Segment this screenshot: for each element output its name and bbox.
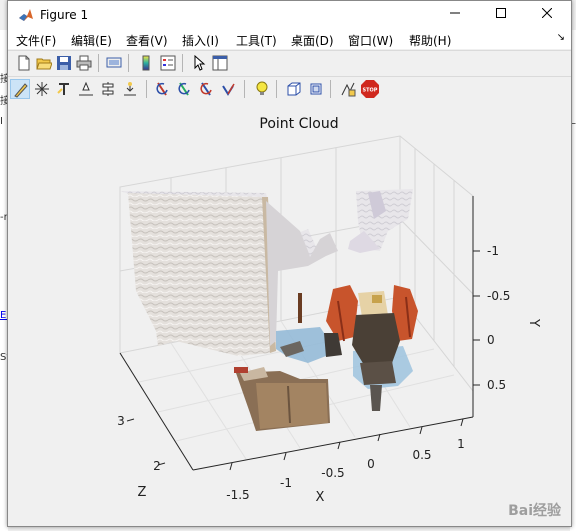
x-tick-label: 1	[457, 437, 465, 451]
menu-tools[interactable]: 工具(T)	[236, 32, 277, 49]
colorbar-icon[interactable]	[136, 53, 156, 73]
data-brush-icon[interactable]	[32, 79, 52, 99]
new-figure-icon[interactable]	[14, 53, 34, 73]
toolbar-separator	[98, 54, 99, 72]
plot-edit-toolbar: STOP	[8, 76, 571, 101]
window-title: Figure 1	[40, 8, 89, 22]
light-bulb-icon[interactable]	[252, 79, 272, 99]
open-file-icon[interactable]	[34, 53, 54, 73]
x-tick-label: -1	[280, 476, 292, 490]
edit-plot-icon[interactable]	[10, 79, 30, 99]
figure-canvas[interactable]: Point Cloud -1 -0.5 0 0.5 Y -1.5 -1 -0.5…	[8, 101, 571, 526]
toolbar-separator	[244, 80, 245, 98]
y-tick-label: 0	[487, 333, 495, 347]
y-tick-label: -1	[487, 244, 499, 258]
menu-window[interactable]: 窗口(W)	[348, 32, 393, 49]
z-axis-ticks: 3 2	[117, 414, 166, 473]
z-tick-label: 3	[117, 414, 125, 428]
figure-toolbar	[8, 50, 571, 75]
maximize-button[interactable]	[478, 1, 524, 29]
menu-view[interactable]: 查看(V)	[126, 32, 168, 49]
rotate-x-icon[interactable]	[152, 79, 172, 99]
legend-icon[interactable]	[158, 53, 178, 73]
y-tick-label: 0.5	[487, 378, 506, 392]
data-cursor-icon[interactable]	[338, 79, 358, 99]
y-tick-label: -0.5	[487, 289, 510, 303]
close-icon	[541, 7, 553, 19]
title-bar[interactable]: Figure 1	[8, 1, 571, 29]
x-tick-label: -0.5	[321, 466, 344, 480]
z-axis-label: Z	[138, 485, 147, 500]
y-axis-label: Y	[526, 318, 541, 327]
property-editor-icon[interactable]	[210, 53, 230, 73]
stop-label: STOP	[363, 88, 378, 94]
menu-file[interactable]: 文件(F)	[16, 32, 56, 49]
insert-arrow-icon[interactable]	[120, 79, 140, 99]
bg-text: I	[0, 116, 3, 127]
toolbar-separator	[146, 80, 147, 98]
x-tick-label: 0.5	[412, 448, 431, 462]
menu-help[interactable]: 帮助(H)	[409, 32, 451, 49]
minimize-icon	[450, 12, 460, 14]
pointer-icon[interactable]	[190, 53, 210, 73]
toolbar-separator	[330, 80, 331, 98]
maximize-icon	[496, 8, 506, 18]
camera-box-icon[interactable]	[284, 79, 304, 99]
menu-edit[interactable]: 编辑(E)	[71, 32, 112, 49]
align-icon[interactable]	[76, 79, 96, 99]
point-cloud-plot[interactable]: Point Cloud -1 -0.5 0 0.5 Y -1.5 -1 -0.5…	[8, 101, 571, 526]
rotate-y-icon[interactable]	[174, 79, 194, 99]
toolbar-separator	[182, 54, 183, 72]
dock-arrow-icon[interactable]: ↘	[557, 32, 565, 43]
figure-window: Figure 1 文件(F) 编辑(E) 查看(V) 插入(I) 工具(T) 桌…	[7, 0, 572, 527]
toolbar-separator	[276, 80, 277, 98]
camera-orbit-icon[interactable]	[306, 79, 326, 99]
distribute-icon[interactable]	[98, 79, 118, 99]
save-icon[interactable]	[54, 53, 74, 73]
z-tick-label: 2	[153, 459, 161, 473]
toolbar-separator	[128, 54, 129, 72]
print-preview-icon[interactable]	[104, 53, 124, 73]
point-cloud	[120, 189, 418, 431]
x-tick-label: -1.5	[226, 488, 249, 502]
minimize-button[interactable]	[432, 1, 478, 29]
x-axis-label: X	[316, 490, 325, 505]
x-tick-label: 0	[367, 457, 375, 471]
stop-icon[interactable]: STOP	[360, 79, 380, 99]
print-icon[interactable]	[74, 53, 94, 73]
menu-desktop[interactable]: 桌面(D)	[291, 32, 334, 49]
x-axis-ticks: -1.5 -1 -0.5 0 0.5 1	[226, 418, 465, 502]
menu-insert[interactable]: 插入(I)	[182, 32, 219, 49]
rotate-none-icon[interactable]	[218, 79, 238, 99]
chart-title: Point Cloud	[259, 116, 338, 132]
menu-bar: 文件(F) 编辑(E) 查看(V) 插入(I) 工具(T) 桌面(D) 窗口(W…	[8, 29, 571, 49]
matlab-icon	[19, 9, 33, 21]
y-axis-ticks: -1 -0.5 0 0.5	[473, 244, 510, 392]
rotate-z-icon[interactable]	[196, 79, 216, 99]
close-button[interactable]	[524, 1, 570, 29]
watermark: Bai经验	[508, 503, 561, 519]
insert-text-icon[interactable]	[54, 79, 74, 99]
